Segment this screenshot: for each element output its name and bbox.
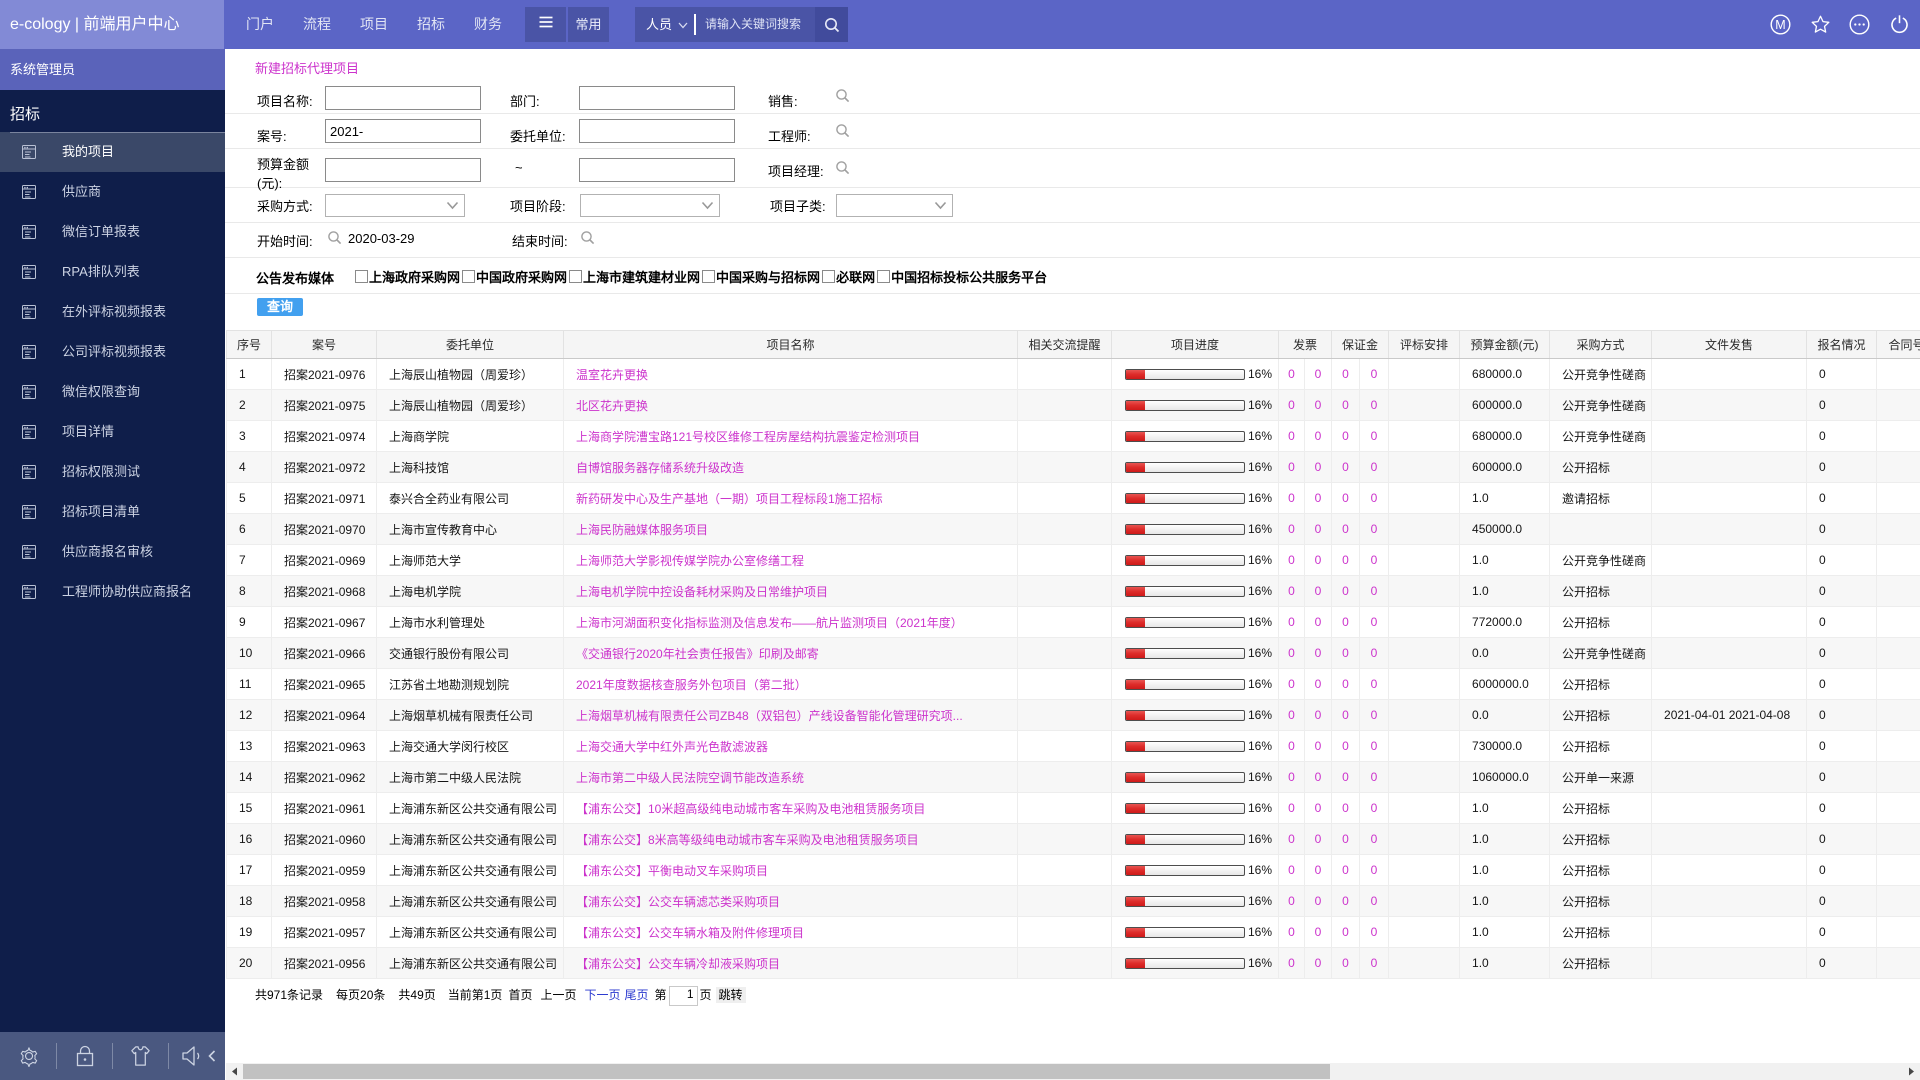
svg-text:M: M — [1775, 18, 1785, 32]
